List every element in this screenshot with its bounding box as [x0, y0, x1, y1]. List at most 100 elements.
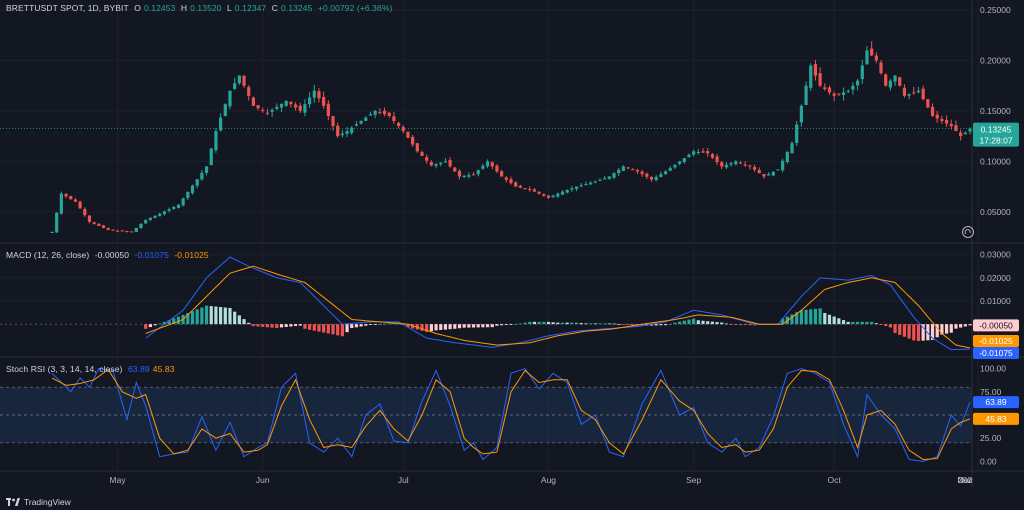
macd-histogram-bar[interactable]: [158, 323, 162, 325]
candle[interactable]: [214, 127, 218, 153]
macd-histogram-bar[interactable]: [692, 318, 696, 325]
macd-histogram-bar[interactable]: [659, 324, 663, 326]
macd-histogram-bar[interactable]: [434, 324, 438, 331]
macd-histogram-bar[interactable]: [308, 324, 312, 330]
macd-histogram-bar[interactable]: [336, 324, 340, 336]
macd-histogram-bar[interactable]: [359, 324, 363, 327]
macd-histogram-bar[interactable]: [378, 324, 382, 325]
macd-histogram-bar[interactable]: [663, 324, 668, 326]
macd-histogram-bar[interactable]: [738, 324, 743, 325]
macd-histogram-bar[interactable]: [340, 324, 344, 337]
macd-histogram-bar[interactable]: [542, 321, 546, 325]
macd-histogram-bar[interactable]: [289, 324, 293, 327]
macd-histogram-bar[interactable]: [144, 324, 148, 329]
macd-histogram-bar[interactable]: [514, 323, 518, 325]
macd-histogram-bar[interactable]: [518, 323, 522, 325]
macd-histogram-bar[interactable]: [851, 321, 855, 325]
macd-histogram-bar[interactable]: [443, 324, 448, 330]
macd-histogram-bar[interactable]: [242, 319, 246, 325]
macd-histogram-bar[interactable]: [265, 324, 270, 328]
macd-histogram-bar[interactable]: [902, 324, 907, 337]
candle[interactable]: [134, 227, 138, 233]
macd-histogram-bar[interactable]: [256, 324, 260, 327]
macd-title[interactable]: MACD (12, 26, close): [6, 250, 89, 260]
stoch-rsi-title[interactable]: Stoch RSI (3, 3, 14, 14, close): [6, 364, 123, 374]
candle[interactable]: [55, 212, 59, 233]
macd-histogram-bar[interactable]: [612, 323, 616, 325]
candle[interactable]: [884, 73, 888, 87]
macd-histogram-bar[interactable]: [841, 320, 846, 325]
macd-histogram-bar[interactable]: [617, 323, 621, 325]
macd-histogram-bar[interactable]: [429, 324, 433, 332]
macd-histogram-bar[interactable]: [387, 323, 391, 325]
macd-histogram-bar[interactable]: [603, 323, 607, 325]
macd-histogram-bar[interactable]: [855, 321, 860, 325]
macd-histogram-bar[interactable]: [532, 321, 537, 325]
macd-histogram-bar[interactable]: [888, 324, 892, 328]
macd-histogram-bar[interactable]: [799, 310, 803, 325]
macd-histogram-bar[interactable]: [317, 324, 321, 332]
macd-histogram-bar[interactable]: [495, 324, 499, 326]
macd-histogram-bar[interactable]: [546, 321, 551, 325]
macd-histogram-bar[interactable]: [715, 322, 719, 325]
macd-histogram-bar[interactable]: [537, 321, 541, 325]
candle[interactable]: [926, 98, 930, 109]
macd-histogram-bar[interactable]: [949, 324, 953, 333]
candle[interactable]: [406, 131, 410, 139]
macd-histogram-bar[interactable]: [345, 324, 349, 333]
candle[interactable]: [785, 150, 789, 164]
macd-histogram-bar[interactable]: [846, 321, 850, 325]
macd-histogram-bar[interactable]: [485, 324, 490, 328]
macd-histogram-bar[interactable]: [654, 324, 658, 326]
macd-histogram-bar[interactable]: [968, 324, 972, 326]
macd-histogram-bar[interactable]: [804, 309, 808, 325]
macd-histogram-bar[interactable]: [448, 324, 452, 330]
macd-histogram-bar[interactable]: [153, 324, 157, 326]
macd-histogram-bar[interactable]: [275, 324, 279, 329]
macd-histogram-bar[interactable]: [818, 308, 822, 325]
candle[interactable]: [209, 147, 213, 166]
macd-histogram-bar[interactable]: [678, 321, 682, 325]
macd-histogram-bar[interactable]: [884, 324, 888, 327]
candle[interactable]: [776, 169, 780, 171]
macd-histogram-bar[interactable]: [907, 324, 911, 339]
macd-histogram-bar[interactable]: [729, 324, 733, 325]
macd-histogram-bar[interactable]: [467, 324, 471, 328]
macd-histogram-bar[interactable]: [579, 323, 583, 325]
macd-histogram-bar[interactable]: [364, 324, 368, 326]
candle[interactable]: [144, 219, 148, 224]
macd-histogram-bar[interactable]: [439, 324, 443, 330]
macd-histogram-bar[interactable]: [373, 324, 377, 325]
macd-histogram-bar[interactable]: [279, 324, 284, 328]
macd-histogram-bar[interactable]: [832, 316, 836, 325]
candle[interactable]: [97, 223, 101, 227]
macd-histogram-bar[interactable]: [233, 311, 237, 325]
macd-histogram-bar[interactable]: [237, 315, 241, 325]
macd-histogram-bar[interactable]: [490, 324, 494, 328]
macd-histogram-bar[interactable]: [219, 307, 223, 325]
macd-histogram-bar[interactable]: [312, 324, 316, 331]
macd-histogram-bar[interactable]: [261, 324, 265, 327]
macd-histogram-bar[interactable]: [823, 312, 827, 325]
candle[interactable]: [898, 76, 902, 87]
macd-histogram-bar[interactable]: [720, 322, 724, 325]
candle[interactable]: [251, 96, 255, 106]
candle[interactable]: [130, 231, 134, 233]
macd-histogram-bar[interactable]: [598, 323, 602, 325]
macd-histogram-bar[interactable]: [589, 323, 593, 325]
macd-histogram-bar[interactable]: [593, 323, 597, 325]
macd-histogram-bar[interactable]: [560, 322, 565, 325]
macd-histogram-bar[interactable]: [870, 321, 874, 325]
macd-histogram-bar[interactable]: [673, 322, 677, 325]
macd-histogram-bar[interactable]: [734, 324, 738, 325]
macd-histogram-bar[interactable]: [223, 307, 227, 325]
macd-histogram-bar[interactable]: [453, 324, 457, 329]
candle[interactable]: [809, 63, 813, 91]
macd-histogram-bar[interactable]: [190, 311, 195, 325]
macd-histogram-bar[interactable]: [959, 324, 963, 328]
macd-histogram-bar[interactable]: [523, 322, 527, 325]
macd-histogram-bar[interactable]: [556, 322, 560, 325]
candle[interactable]: [181, 197, 185, 207]
candle[interactable]: [59, 191, 63, 215]
macd-histogram-bar[interactable]: [860, 321, 864, 325]
